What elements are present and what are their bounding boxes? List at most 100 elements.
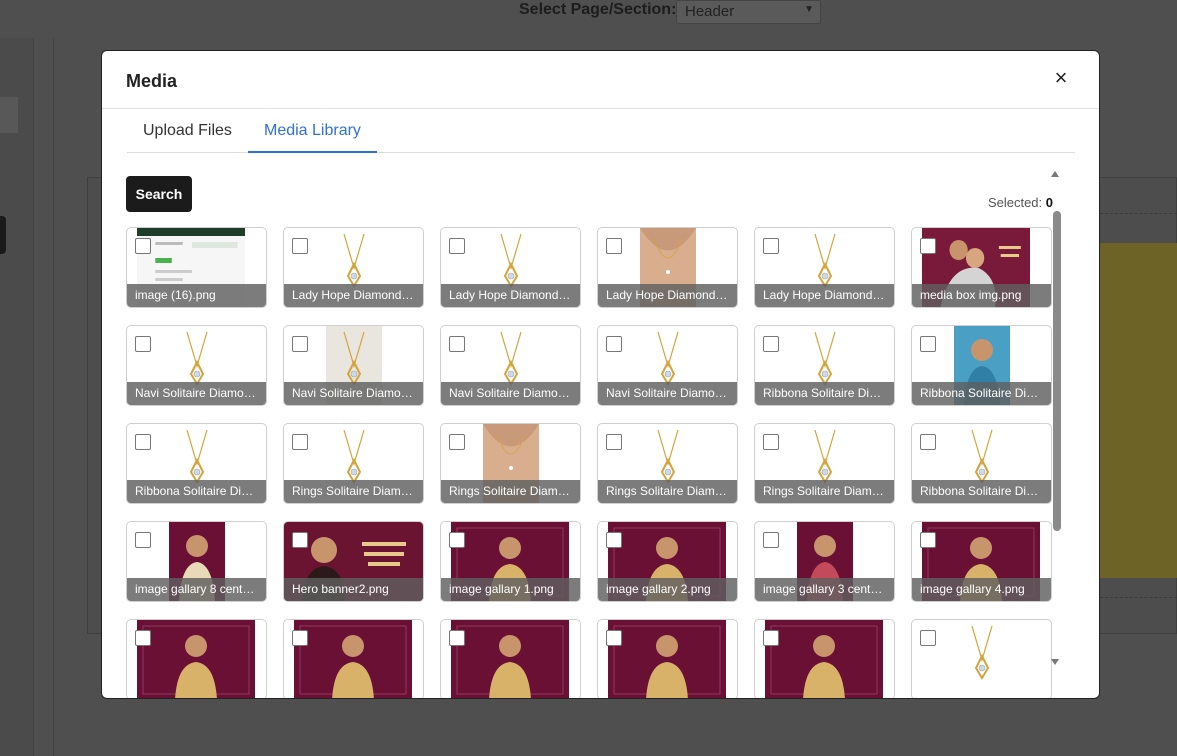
media-item[interactable]: Lady Hope Diamond Pendant xyxy=(754,227,895,308)
media-item-checkbox[interactable] xyxy=(135,336,151,352)
media-item-checkbox[interactable] xyxy=(449,434,465,450)
media-item-checkbox[interactable] xyxy=(135,238,151,254)
media-item[interactable]: Rings Solitaire Diamond Pendant xyxy=(754,423,895,504)
media-item-checkbox[interactable] xyxy=(292,336,308,352)
media-item-name: Navi Solitaire Diamond Pendant xyxy=(598,382,737,405)
media-item[interactable]: Hero banner2.png xyxy=(283,521,424,602)
media-item[interactable] xyxy=(440,619,581,698)
media-item[interactable]: Rings Solitaire Diamond Pendant xyxy=(597,423,738,504)
media-item[interactable]: Navi Solitaire Diamond Pendant xyxy=(126,325,267,406)
media-thumbnail xyxy=(608,620,726,698)
media-item-checkbox[interactable] xyxy=(292,532,308,548)
gallery-photo xyxy=(451,620,569,698)
media-item-checkbox[interactable] xyxy=(292,630,308,646)
media-item[interactable]: Ribbona Solitaire Diamond Pendant xyxy=(911,325,1052,406)
media-item-name: Lady Hope Diamond Pendant xyxy=(598,284,737,307)
media-item-checkbox[interactable] xyxy=(763,336,779,352)
media-item-checkbox[interactable] xyxy=(763,434,779,450)
media-item-name: Ribbona Solitaire Diamond Pendant xyxy=(912,382,1051,405)
media-item[interactable]: image (16).png xyxy=(126,227,267,308)
media-item[interactable] xyxy=(283,619,424,698)
media-item-name: Lady Hope Diamond Pendant xyxy=(755,284,894,307)
media-item-checkbox[interactable] xyxy=(135,532,151,548)
media-item-checkbox[interactable] xyxy=(449,532,465,548)
media-item-checkbox[interactable] xyxy=(135,434,151,450)
tab-upload-files[interactable]: Upload Files xyxy=(127,109,248,152)
media-item-name: Navi Solitaire Diamond Pendant xyxy=(284,382,423,405)
media-item-checkbox[interactable] xyxy=(606,434,622,450)
media-item-name: image (16).png xyxy=(127,284,266,307)
pendant-image xyxy=(970,625,993,680)
media-item-checkbox[interactable] xyxy=(920,434,936,450)
media-thumbnail xyxy=(451,620,569,698)
media-modal: Media × Upload Files Media Library Searc… xyxy=(101,50,1100,699)
media-item-name: Lady Hope Diamond Pendant xyxy=(441,284,580,307)
media-thumbnail xyxy=(294,620,412,698)
media-item-checkbox[interactable] xyxy=(135,630,151,646)
background-divider xyxy=(1100,213,1177,214)
search-button[interactable]: Search xyxy=(126,176,192,212)
media-item-name: image gallary 8 center.png xyxy=(127,578,266,601)
media-item-checkbox[interactable] xyxy=(606,532,622,548)
media-thumbnail xyxy=(765,620,883,698)
media-item-name: Rings Solitaire Diamond Pendant xyxy=(441,480,580,503)
media-item[interactable]: Lady Hope Diamond Pendant xyxy=(597,227,738,308)
media-item-checkbox[interactable] xyxy=(763,238,779,254)
media-item-checkbox[interactable] xyxy=(292,238,308,254)
media-item[interactable] xyxy=(911,619,1052,698)
media-item[interactable]: Navi Solitaire Diamond Pendant xyxy=(597,325,738,406)
media-item[interactable]: Ribbona Solitaire Diamond Pendant xyxy=(126,423,267,504)
media-item-checkbox[interactable] xyxy=(763,532,779,548)
scrollbar-thumb[interactable] xyxy=(1053,211,1061,531)
media-item[interactable]: image gallary 3 center.png xyxy=(754,521,895,602)
media-item-checkbox[interactable] xyxy=(449,238,465,254)
media-item-name: image gallary 1.png xyxy=(441,578,580,601)
media-item[interactable]: image gallary 2.png xyxy=(597,521,738,602)
chevron-down-icon: ▼ xyxy=(804,4,814,15)
media-item[interactable]: Ribbona Solitaire Diamond Pendant xyxy=(754,325,895,406)
media-item[interactable]: Rings Solitaire Diamond Pendant xyxy=(440,423,581,504)
media-item-checkbox[interactable] xyxy=(292,434,308,450)
page-section-select-value: Header xyxy=(685,3,735,20)
media-item-name: Navi Solitaire Diamond Pendant xyxy=(127,382,266,405)
media-item[interactable]: media box img.png xyxy=(911,227,1052,308)
media-item-checkbox[interactable] xyxy=(920,238,936,254)
modal-header: Media × xyxy=(102,51,1099,109)
media-item[interactable]: image gallary 1.png xyxy=(440,521,581,602)
media-item-checkbox[interactable] xyxy=(606,336,622,352)
page-section-select[interactable]: Header ▼ xyxy=(676,0,821,24)
media-item-checkbox[interactable] xyxy=(606,238,622,254)
media-item[interactable] xyxy=(597,619,738,698)
gallery-photo xyxy=(608,620,726,698)
media-item[interactable] xyxy=(754,619,895,698)
scroll-down-icon[interactable] xyxy=(1051,659,1059,665)
close-icon[interactable]: × xyxy=(1051,67,1071,89)
media-item-checkbox[interactable] xyxy=(920,532,936,548)
scroll-up-icon[interactable] xyxy=(1051,171,1059,177)
media-item[interactable]: Rings Solitaire Diamond Pendant xyxy=(283,423,424,504)
media-item[interactable]: Navi Solitaire Diamond Pendant xyxy=(283,325,424,406)
media-item[interactable]: Navi Solitaire Diamond Pendant xyxy=(440,325,581,406)
media-item-name: Rings Solitaire Diamond Pendant xyxy=(755,480,894,503)
media-item[interactable]: Lady Hope Diamond Pendant xyxy=(283,227,424,308)
gallery-photo xyxy=(765,620,883,698)
media-item-checkbox[interactable] xyxy=(449,336,465,352)
background-preview-block xyxy=(1100,243,1177,578)
media-scrollbar[interactable] xyxy=(1051,169,1063,698)
media-item-checkbox[interactable] xyxy=(920,336,936,352)
media-item[interactable]: image gallary 8 center.png xyxy=(126,521,267,602)
gallery-photo xyxy=(137,620,255,698)
background-sidebar-handle xyxy=(0,216,6,254)
tab-media-library[interactable]: Media Library xyxy=(248,109,377,153)
modal-title: Media xyxy=(126,71,178,91)
media-item-checkbox[interactable] xyxy=(920,630,936,646)
media-item[interactable]: image gallary 4.png xyxy=(911,521,1052,602)
media-item-checkbox[interactable] xyxy=(606,630,622,646)
media-library-panel: Search Selected: 0 image (16).png Lady H… xyxy=(126,169,1063,698)
media-tabs: Upload Files Media Library xyxy=(127,109,1075,153)
media-item-checkbox[interactable] xyxy=(449,630,465,646)
media-item-checkbox[interactable] xyxy=(763,630,779,646)
media-item[interactable]: Lady Hope Diamond Pendant xyxy=(440,227,581,308)
media-item[interactable] xyxy=(126,619,267,698)
media-item[interactable]: Ribbona Solitaire Diamond Pendant xyxy=(911,423,1052,504)
